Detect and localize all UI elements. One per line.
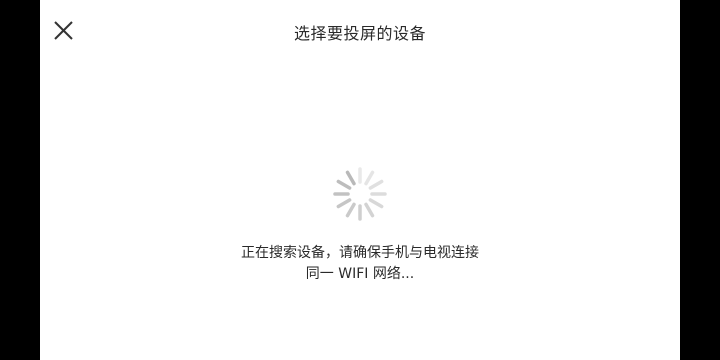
- cast-device-dialog: 选择要投屏的设备 正在搜索设备，请确保手机与电视连接 同一 WIFI 网络...: [40, 0, 680, 360]
- page-title: 选择要投屏的设备: [293, 24, 426, 43]
- status-line-1: 正在搜索设备，请确保手机与电视连接: [241, 245, 479, 261]
- spinner-spoke: [364, 202, 375, 218]
- spinner-spoke: [368, 179, 384, 190]
- loading-spinner: [333, 167, 387, 221]
- spinner-spoke: [336, 179, 352, 190]
- spinner-spoke: [345, 202, 356, 218]
- status-line-2: 同一 WIFI 网络...: [305, 266, 415, 282]
- spinner-spoke: [368, 198, 384, 209]
- spinner-icon: [333, 167, 387, 221]
- spinner-spoke: [336, 198, 352, 209]
- spinner-spoke: [364, 170, 375, 186]
- search-status-text: 正在搜索设备，请确保手机与电视连接 同一 WIFI 网络...: [40, 243, 680, 285]
- spinner-spoke: [345, 170, 356, 186]
